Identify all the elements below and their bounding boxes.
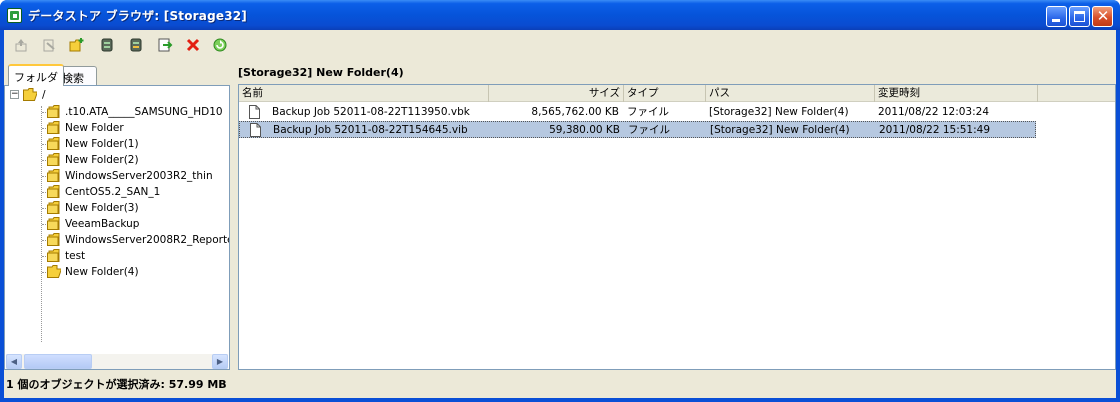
column-header-name[interactable]: 名前: [239, 85, 489, 102]
tree-label: /: [42, 89, 46, 101]
move-button[interactable]: [154, 34, 176, 56]
tree-label: WindowsServer2003R2_thin: [65, 170, 213, 182]
list-header: 名前 サイズ タイプ パス 変更時刻: [239, 85, 1115, 102]
tree-label: WindowsServer2008R2_Reporte: [65, 234, 229, 246]
refresh-button[interactable]: [209, 34, 231, 56]
datastore-download-button[interactable]: [125, 34, 147, 56]
close-button[interactable]: ✕: [1092, 6, 1113, 27]
tree-label: New Folder(4): [65, 266, 139, 278]
folder-icon: [47, 249, 60, 262]
tree-label: New Folder: [65, 122, 124, 134]
datastore-upload-icon: [101, 38, 113, 52]
tree-label: CentOS5.2_SAN_1: [65, 186, 161, 198]
refresh-icon: [213, 38, 227, 52]
file-size: 59,380.00 KB: [549, 124, 620, 136]
folder-icon: [47, 233, 60, 246]
toolbar: [4, 30, 1116, 60]
folder-tree[interactable]: − / .t10.ATA_____SAMSUNG_HD10 New Folder N…: [4, 85, 230, 370]
tree-folder-item[interactable]: New Folder(1): [43, 136, 229, 152]
tree-label: New Folder(3): [65, 202, 139, 214]
folder-open-icon: [23, 88, 37, 101]
tree-folder-item[interactable]: VeeamBackup: [43, 216, 229, 232]
tab-label: フォルダ: [14, 71, 58, 84]
datastore-download-icon: [130, 38, 142, 52]
tree-label: New Folder(1): [65, 138, 139, 150]
minimize-icon: [1052, 19, 1060, 22]
collapse-icon[interactable]: −: [10, 90, 19, 99]
horizontal-scrollbar[interactable]: ◀ ▶: [6, 354, 228, 369]
tree-folder-item[interactable]: .t10.ATA_____SAMSUNG_HD10: [43, 104, 229, 120]
column-header-path[interactable]: パス: [706, 85, 875, 102]
folder-open-icon: [47, 265, 61, 278]
folder-icon: [47, 137, 60, 150]
status-bar: 1 個のオブジェクトが選択済み: 57.99 MB: [6, 378, 227, 391]
tree-folder-item[interactable]: New Folder(3): [43, 200, 229, 216]
column-header-modified[interactable]: 変更時刻: [875, 85, 1038, 102]
tree-label: test: [65, 250, 86, 262]
new-folder-icon: [69, 38, 84, 52]
move-icon: [158, 38, 173, 52]
tree-folder-item[interactable]: WindowsServer2003R2_thin: [43, 168, 229, 184]
folder-icon: [47, 153, 60, 166]
close-icon: ✕: [1096, 7, 1110, 25]
download-icon: [43, 39, 55, 52]
file-type: ファイル: [627, 106, 669, 118]
client-area: フォルダ 検索 − / .t10.ATA_____SAMSUNG_HD10 New…: [4, 30, 1116, 398]
tree-folder-item[interactable]: CentOS5.2_SAN_1: [43, 184, 229, 200]
tree-folder-item[interactable]: test: [43, 248, 229, 264]
tree-folder-item[interactable]: WindowsServer2008R2_Reporte: [43, 232, 229, 248]
upload-icon: [15, 39, 27, 52]
delete-button[interactable]: [182, 34, 204, 56]
download-button[interactable]: [38, 34, 60, 56]
column-header-type[interactable]: タイプ: [624, 85, 706, 102]
folder-icon: [47, 169, 60, 182]
folder-icon: [47, 201, 60, 214]
file-path: [Storage32] New Folder(4): [710, 124, 850, 136]
file-path: [Storage32] New Folder(4): [709, 106, 849, 118]
maximize-icon: [1074, 11, 1085, 22]
file-modified: 2011/08/22 12:03:24: [878, 106, 990, 118]
file-icon: [250, 123, 261, 137]
folder-pane: フォルダ 検索 − / .t10.ATA_____SAMSUNG_HD10 New…: [4, 64, 230, 370]
delete-icon: [186, 38, 200, 52]
file-list[interactable]: 名前 サイズ タイプ パス 変更時刻 Backup Job 52011-08-2…: [238, 84, 1116, 370]
file-type: ファイル: [628, 124, 670, 136]
tree-folder-item[interactable]: New Folder(2): [43, 152, 229, 168]
folder-icon: [47, 121, 60, 134]
tab-label: 検索: [62, 72, 84, 85]
file-row[interactable]: Backup Job 52011-08-22T113950.vbk 8,565,7…: [239, 104, 1036, 121]
scroll-left-icon[interactable]: ◀: [6, 354, 22, 369]
title-bar[interactable]: データストア ブラウザ: [Storage32] ✕: [0, 0, 1120, 30]
tree-label: .t10.ATA_____SAMSUNG_HD10: [65, 106, 223, 118]
file-size: 8,565,762.00 KB: [531, 106, 619, 118]
app-icon: [7, 8, 22, 23]
file-name: Backup Job 52011-08-22T154645.vib: [273, 124, 468, 136]
folder-icon: [47, 185, 60, 198]
tree-folder-item[interactable]: New Folder: [43, 120, 229, 136]
current-path: [Storage32] New Folder(4): [238, 66, 404, 79]
tree-root[interactable]: /: [23, 87, 123, 103]
tree-folder-item[interactable]: New Folder(4): [43, 264, 229, 280]
folder-icon: [47, 217, 60, 230]
folder-icon: [47, 105, 60, 118]
maximize-button[interactable]: [1069, 6, 1090, 27]
scroll-thumb[interactable]: [24, 354, 92, 369]
file-modified: 2011/08/22 15:51:49: [879, 124, 991, 136]
datastore-upload-button[interactable]: [96, 34, 118, 56]
datastore-browser-window: データストア ブラウザ: [Storage32] ✕ フォルダ 検索 − / .…: [0, 0, 1120, 402]
scroll-right-icon[interactable]: ▶: [212, 354, 228, 369]
upload-button[interactable]: [10, 34, 32, 56]
window-title: データストア ブラウザ: [Storage32]: [28, 9, 247, 23]
tree-label: VeeamBackup: [65, 218, 140, 230]
file-name: Backup Job 52011-08-22T113950.vbk: [272, 106, 470, 118]
column-header-size[interactable]: サイズ: [489, 85, 624, 102]
new-folder-button[interactable]: [67, 34, 89, 56]
file-icon: [249, 105, 260, 119]
tab-folders[interactable]: フォルダ: [8, 64, 64, 86]
tree-label: New Folder(2): [65, 154, 139, 166]
minimize-button[interactable]: [1046, 6, 1067, 27]
file-row[interactable]: Backup Job 52011-08-22T154645.vib 59,380.…: [239, 121, 1036, 138]
